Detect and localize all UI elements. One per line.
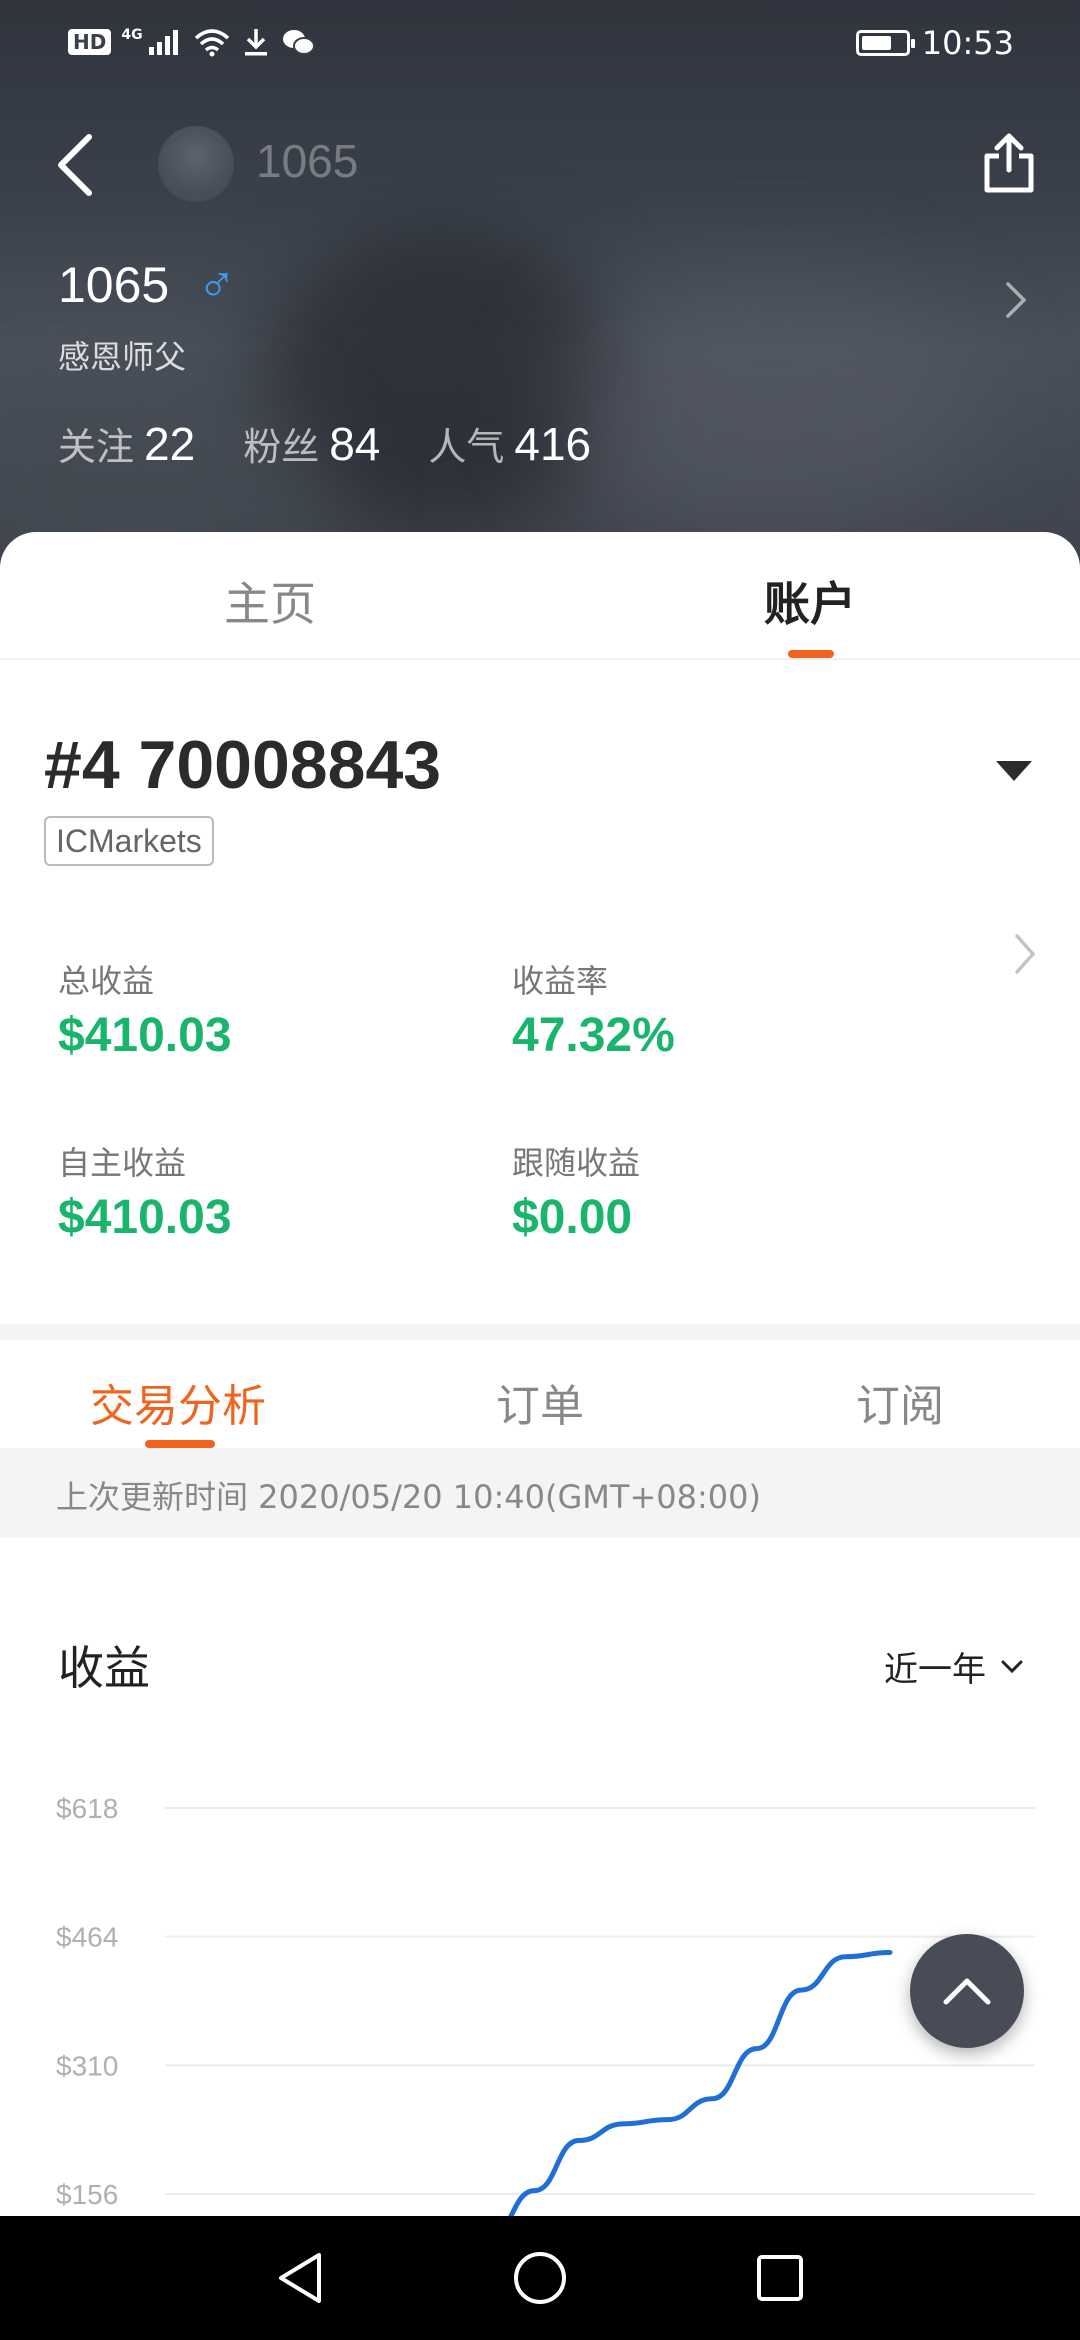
triangle-back-icon xyxy=(279,2253,321,2303)
stat-followers[interactable]: 粉丝 84 xyxy=(243,416,380,471)
tab-trade-analysis[interactable]: 交易分析 xyxy=(90,1370,266,1434)
metric-label: 收益率 xyxy=(512,962,609,1000)
tab-account[interactable]: 账户 xyxy=(540,568,1080,634)
status-right: 10:53 xyxy=(855,24,1014,62)
active-tab-indicator xyxy=(788,650,834,658)
profit-chart-section: 收益 近一年 $618 $464 $310 $156 xyxy=(0,1538,1080,2218)
top-navigation: 1065 xyxy=(0,100,1080,230)
metrics-detail-button[interactable] xyxy=(1000,924,1050,984)
nav-home-button[interactable] xyxy=(508,2246,572,2310)
profile-chevron-right-icon[interactable] xyxy=(986,270,1046,330)
network-type: 4G xyxy=(121,27,143,43)
status-bar: HD 4G 10:53 xyxy=(0,0,1080,90)
status-left-icons: HD 4G xyxy=(68,26,317,58)
update-info-bar: 上次更新时间 2020/05/20 10:40(GMT+08:00) xyxy=(0,1448,1080,1538)
wechat-icon xyxy=(282,30,315,55)
stat-label: 粉丝 xyxy=(243,425,320,469)
active-subtab-indicator xyxy=(145,1440,215,1448)
chevron-right-icon xyxy=(1015,934,1036,974)
metric-label: 跟随收益 xyxy=(512,1144,641,1182)
nav-recents-button[interactable] xyxy=(748,2246,812,2310)
profile-name-row: 1065 ♂ xyxy=(58,256,236,314)
chevron-right-icon xyxy=(1006,282,1027,318)
tab-home[interactable]: 主页 xyxy=(0,568,540,634)
account-number: #4 70008843 xyxy=(44,727,442,803)
caret-down-icon xyxy=(996,761,1032,781)
tab-orders[interactable]: 订单 xyxy=(496,1370,584,1434)
section-divider xyxy=(0,1324,1080,1340)
y-tick-label: $310 xyxy=(56,2050,118,2081)
share-icon xyxy=(984,133,1034,193)
battery-fill xyxy=(861,36,891,50)
stat-popularity: 人气 416 xyxy=(428,416,591,471)
metric-self-profit: 自主收益 $410.03 xyxy=(58,1138,232,1245)
sub-tabs: 交易分析 订单 订阅 xyxy=(0,1340,1080,1448)
metric-value: $0.00 xyxy=(512,1191,633,1244)
metric-return-rate: 收益率 47.32% xyxy=(512,956,675,1063)
metric-label: 自主收益 xyxy=(58,1144,187,1182)
wifi-icon xyxy=(194,29,229,57)
broker-tag: ICMarkets xyxy=(44,816,214,866)
stat-value: 84 xyxy=(329,418,381,470)
stat-value: 416 xyxy=(514,418,592,470)
profile-info[interactable]: 1065 ♂ 感恩师父 关注 22 粉丝 84 人气 416 xyxy=(0,240,1080,540)
hd-icon: HD xyxy=(68,29,112,55)
back-button[interactable] xyxy=(36,126,114,204)
profile-signature: 感恩师父 xyxy=(58,338,187,376)
account-dropdown-button[interactable] xyxy=(978,746,1050,796)
share-button[interactable] xyxy=(964,118,1054,208)
stat-value: 22 xyxy=(144,418,196,470)
main-tabs: 主页 账户 xyxy=(0,532,1080,660)
signal-icon xyxy=(148,30,178,55)
download-icon xyxy=(244,29,267,56)
nav-back-button[interactable] xyxy=(268,2246,332,2310)
battery-icon xyxy=(855,30,915,56)
stat-label: 人气 xyxy=(428,425,505,469)
metric-label: 总收益 xyxy=(58,962,155,1000)
y-tick-label: $464 xyxy=(56,1922,118,1953)
tab-subscriptions[interactable]: 订阅 xyxy=(856,1370,944,1434)
profit-line-chart: $618 $464 $310 $156 xyxy=(56,1793,1035,2218)
metric-value: $410.03 xyxy=(58,1009,232,1062)
avatar xyxy=(158,126,234,202)
scroll-to-top-button[interactable] xyxy=(910,1934,1024,2048)
stat-following[interactable]: 关注 22 xyxy=(58,416,195,471)
system-navigation-bar xyxy=(0,2216,1080,2340)
profile-name: 1065 xyxy=(58,257,170,313)
stat-label: 关注 xyxy=(58,425,135,469)
metric-value: $410.03 xyxy=(58,1191,232,1244)
circle-home-icon xyxy=(514,2252,566,2304)
y-tick-label: $618 xyxy=(56,1793,118,1824)
profit-series-line xyxy=(507,1950,893,2218)
profile-stats: 关注 22 粉丝 84 人气 416 xyxy=(58,416,591,471)
metric-follow-profit: 跟随收益 $0.00 xyxy=(512,1138,640,1245)
chevron-up-icon xyxy=(943,1978,991,2005)
male-icon: ♂ xyxy=(197,256,237,314)
status-time: 10:53 xyxy=(921,24,1014,62)
square-recents-icon xyxy=(757,2255,803,2301)
metric-total-profit: 总收益 $410.03 xyxy=(58,956,232,1063)
metric-value: 47.32% xyxy=(512,1009,675,1062)
nav-title: 1065 xyxy=(256,135,359,187)
last-update-text: 上次更新时间 2020/05/20 10:40(GMT+08:00) xyxy=(56,1478,761,1516)
y-tick-label: $156 xyxy=(56,2179,118,2210)
back-arrow-icon xyxy=(58,134,92,196)
